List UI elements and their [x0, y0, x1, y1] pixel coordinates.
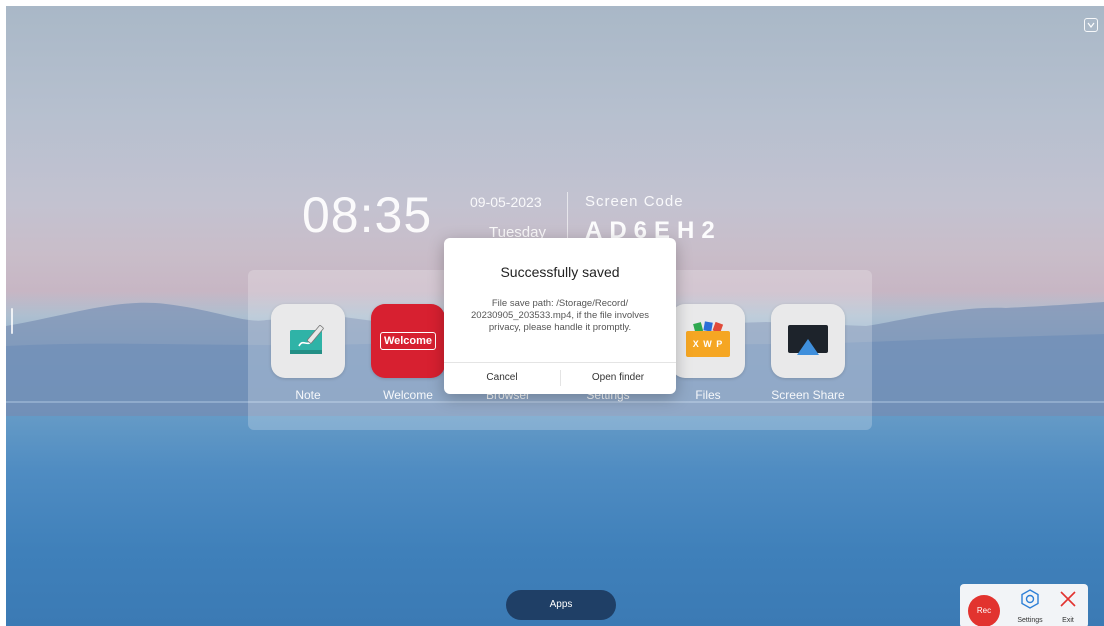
toolbar-exit-label: Exit	[1062, 617, 1074, 624]
clock-time: 08:35	[302, 187, 433, 243]
welcome-icon-text: Welcome	[379, 332, 437, 350]
cancel-button[interactable]: Cancel	[444, 370, 560, 386]
shield-icon[interactable]	[1084, 18, 1098, 32]
files-icon-text: X W P	[686, 331, 730, 357]
recording-toolbar: Rec Settings Exit	[960, 584, 1088, 626]
files-icon: X W P	[671, 304, 745, 378]
divider	[567, 192, 568, 242]
app-label: Screen Share	[771, 388, 845, 402]
dialog-title: Successfully saved	[500, 264, 620, 280]
app-label: Files	[695, 388, 721, 402]
folder-icon: X W P	[686, 321, 730, 357]
date-text: 09-05-2023	[470, 194, 542, 210]
save-success-dialog: Successfully saved File save path: /Stor…	[444, 238, 676, 394]
close-icon	[1060, 591, 1076, 607]
toolbar-settings-button[interactable]: Settings	[1010, 588, 1050, 624]
toolbar-settings-label: Settings	[1017, 617, 1043, 624]
rec-button[interactable]: Rec	[968, 595, 1000, 626]
gear-icon	[1021, 589, 1039, 609]
app-label: Welcome	[383, 388, 433, 402]
open-finder-button[interactable]: Open finder	[560, 370, 676, 386]
dialog-message: File save path: /Storage/Record/ 2023090…	[471, 298, 649, 333]
note-pen-icon	[271, 304, 345, 378]
toolbar-exit-button[interactable]: Exit	[1048, 588, 1088, 624]
app-note[interactable]: Note	[268, 304, 348, 402]
welcome-icon: Welcome	[371, 304, 445, 378]
screen-share-icon	[771, 304, 845, 378]
app-welcome[interactable]: Welcome Welcome	[368, 304, 448, 402]
home-screen: 08:35 09-05-2023 Tuesday Screen Code AD6…	[6, 6, 1104, 626]
app-screen-share[interactable]: Screen Share	[768, 304, 848, 402]
app-label: Note	[295, 388, 321, 402]
app-files[interactable]: X W P Files	[668, 304, 748, 402]
apps-button[interactable]: Apps	[506, 590, 616, 620]
screen-code-label: Screen Code	[585, 193, 684, 210]
divider	[444, 362, 676, 363]
side-drawer-handle[interactable]	[11, 308, 13, 334]
